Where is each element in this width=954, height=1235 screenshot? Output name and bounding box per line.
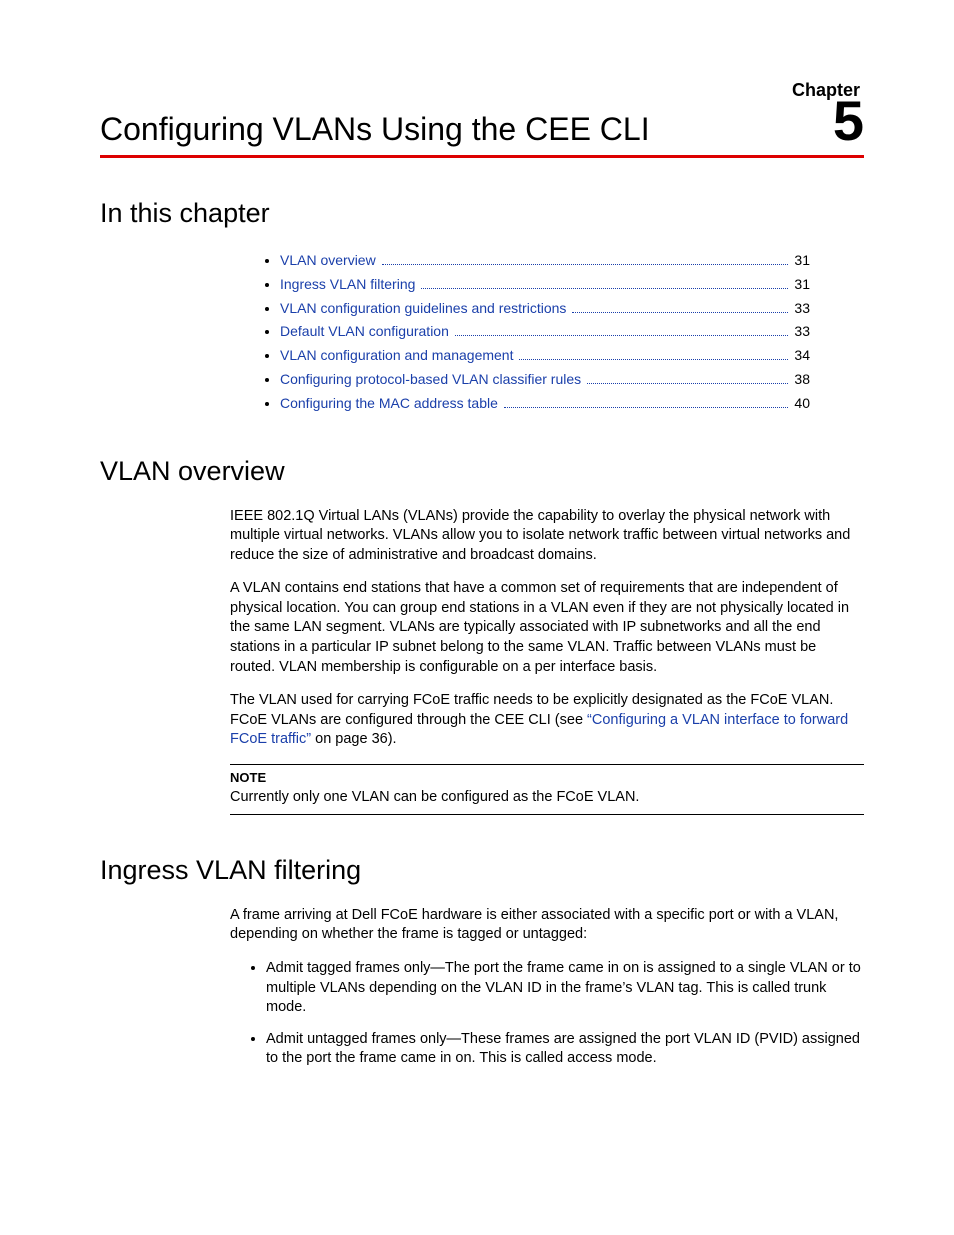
toc-item: VLAN configuration and management 34 — [280, 344, 864, 368]
section-in-this-chapter: In this chapter — [100, 198, 864, 229]
overview-p1: IEEE 802.1Q Virtual LANs (VLANs) provide… — [230, 507, 864, 566]
toc-link[interactable]: Default VLAN configuration — [280, 320, 449, 344]
note-rule-bottom — [230, 814, 864, 815]
ingress-bullets: Admit tagged frames only—The port the fr… — [230, 959, 864, 1069]
toc-item: VLAN overview 31 — [280, 249, 864, 273]
toc-list: VLAN overview 31 Ingress VLAN filtering … — [240, 249, 864, 416]
toc-leader — [572, 300, 788, 312]
toc-leader — [587, 372, 788, 384]
toc-item: VLAN configuration guidelines and restri… — [280, 297, 864, 321]
ingress-intro: A frame arriving at Dell FCoE hardware i… — [230, 906, 864, 945]
toc-link[interactable]: Configuring the MAC address table — [280, 392, 498, 416]
section-ingress-filtering: Ingress VLAN filtering — [100, 855, 864, 886]
toc-item: Configuring the MAC address table 40 — [280, 392, 864, 416]
note-label: NOTE — [230, 769, 864, 787]
toc-page: 31 — [794, 249, 810, 273]
toc-link[interactable]: VLAN overview — [280, 249, 376, 273]
toc-leader — [504, 396, 789, 408]
toc-link[interactable]: Ingress VLAN filtering — [280, 273, 415, 297]
chapter-header-row: Configuring VLANs Using the CEE CLI 5 — [100, 103, 864, 149]
ingress-bullet: Admit tagged frames only—The port the fr… — [266, 959, 864, 1018]
chapter-label: Chapter — [100, 80, 864, 101]
toc-item: Default VLAN configuration 33 — [280, 320, 864, 344]
toc-leader — [382, 253, 789, 265]
toc-link[interactable]: VLAN configuration and management — [280, 344, 513, 368]
toc-page: 38 — [794, 368, 810, 392]
toc-link[interactable]: VLAN configuration guidelines and restri… — [280, 297, 566, 321]
overview-body: IEEE 802.1Q Virtual LANs (VLANs) provide… — [230, 507, 864, 815]
overview-p3-suffix: on page 36). — [311, 731, 396, 747]
ingress-body: A frame arriving at Dell FCoE hardware i… — [230, 906, 864, 1069]
overview-p2: A VLAN contains end stations that have a… — [230, 579, 864, 677]
toc-item: Ingress VLAN filtering 31 — [280, 273, 864, 297]
toc-link[interactable]: Configuring protocol-based VLAN classifi… — [280, 368, 581, 392]
note-rule-top — [230, 764, 864, 765]
page: Chapter Configuring VLANs Using the CEE … — [0, 0, 954, 1141]
toc-page: 31 — [794, 273, 810, 297]
toc-page: 33 — [794, 320, 810, 344]
note-text: Currently only one VLAN can be configure… — [230, 788, 864, 808]
chapter-number: 5 — [833, 93, 864, 149]
toc-page: 40 — [794, 392, 810, 416]
title-rule — [100, 155, 864, 158]
toc-item: Configuring protocol-based VLAN classifi… — [280, 368, 864, 392]
toc-leader — [455, 324, 789, 336]
toc-leader — [421, 277, 788, 289]
overview-p3: The VLAN used for carrying FCoE traffic … — [230, 691, 864, 750]
toc-page: 34 — [794, 344, 810, 368]
toc-leader — [519, 348, 788, 360]
chapter-title: Configuring VLANs Using the CEE CLI — [100, 111, 650, 148]
ingress-bullet: Admit untagged frames only—These frames … — [266, 1030, 864, 1069]
section-vlan-overview: VLAN overview — [100, 456, 864, 487]
toc-page: 33 — [794, 297, 810, 321]
